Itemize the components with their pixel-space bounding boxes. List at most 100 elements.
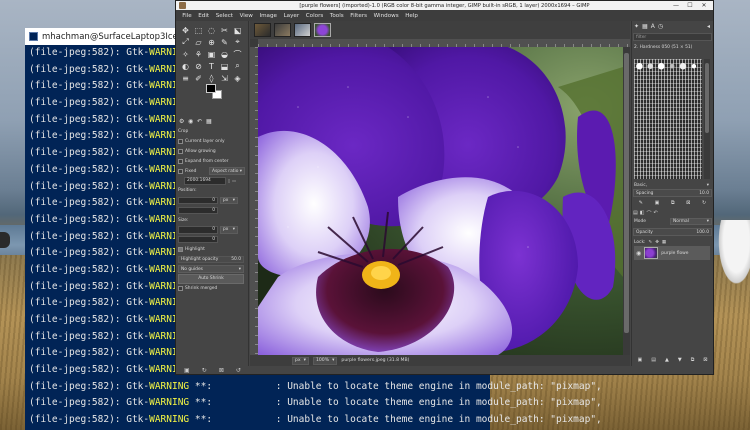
layer-visibility-icon[interactable]: ◉	[636, 250, 641, 257]
landscape-icon[interactable]: ▭	[232, 178, 236, 183]
tool-icon[interactable]: ⬓	[218, 60, 231, 72]
menu-item[interactable]: Layer	[280, 13, 302, 19]
layer-opacity-slider[interactable]: Opacity 100.0	[633, 228, 712, 236]
aspect-ratio-input[interactable]: 2000:1694	[184, 177, 226, 185]
new-group-icon[interactable]: ▤	[651, 357, 656, 363]
image-tab-thumbnail-active[interactable]	[314, 23, 331, 37]
tool-icon[interactable]: ⌒	[231, 48, 244, 60]
spacing-slider[interactable]: Spacing 10.0	[633, 189, 712, 197]
brushes-scrollbar[interactable]	[704, 59, 710, 179]
duplicate-brush-icon[interactable]: ⧉	[671, 200, 675, 206]
tool-icon[interactable]: ⬚	[192, 24, 205, 36]
undo-tab-icon[interactable]: ↶	[653, 210, 657, 216]
tool-icon[interactable]: ⊘	[192, 60, 205, 72]
shrink-merged-option[interactable]: Shrink merged	[178, 284, 247, 294]
tool-options-icon[interactable]: ⚙	[179, 118, 184, 125]
shrink-merged-checkbox[interactable]	[178, 286, 183, 292]
restore-options-icon[interactable]: ↻	[202, 367, 207, 374]
tool-icon[interactable]: ⌕	[231, 60, 244, 72]
device-status-icon[interactable]: ◉	[188, 118, 193, 125]
menu-item[interactable]: Image	[256, 13, 280, 19]
tool-icon[interactable]: ✧	[179, 48, 192, 60]
tool-icon[interactable]: ⚘	[192, 48, 205, 60]
fonts-tab-icon[interactable]: A	[651, 23, 655, 30]
tool-icon[interactable]: ▱	[192, 36, 205, 48]
delete-brush-icon[interactable]: ⊠	[686, 200, 690, 206]
lock-pixels-icon[interactable]: ✎	[649, 240, 653, 245]
canvas-vertical-scrollbar[interactable]	[623, 47, 630, 355]
brushes-tab-icon[interactable]: ✦	[634, 23, 639, 30]
menu-item[interactable]: View	[236, 13, 256, 19]
highlight-option[interactable]: Highlight	[178, 245, 247, 255]
position-y-input[interactable]: 0	[178, 206, 218, 215]
images-icon[interactable]: ▦	[206, 118, 212, 125]
tool-icon[interactable]: ✥	[179, 24, 192, 36]
menu-item[interactable]: Tools	[327, 13, 347, 19]
lock-alpha-icon[interactable]: ▦	[662, 240, 666, 245]
document-history-icon[interactable]: ◷	[658, 23, 663, 30]
menu-item[interactable]: Select	[212, 13, 236, 19]
reset-options-icon[interactable]: ↺	[236, 367, 241, 374]
chevron-down-icon[interactable]: ▾	[707, 183, 709, 188]
highlight-checkbox[interactable]	[178, 246, 183, 252]
lock-position-icon[interactable]: ✥	[655, 240, 659, 245]
image-tab-thumbnail[interactable]	[294, 23, 311, 37]
patterns-tab-icon[interactable]: ▦	[642, 23, 648, 30]
fixed-mode-dropdown[interactable]: Aspect ratio ▾	[209, 167, 245, 175]
channels-tab-icon[interactable]: ◧	[640, 210, 645, 216]
lower-layer-icon[interactable]: ▼	[678, 357, 682, 363]
image-tab-thumbnail[interactable]	[274, 23, 291, 37]
tool-icon[interactable]: ◈	[231, 72, 244, 84]
position-unit-dropdown[interactable]: px ▾	[220, 196, 238, 205]
fixed-checkbox[interactable]	[178, 168, 183, 174]
size-x-input[interactable]: 0	[178, 226, 218, 234]
maximize-button[interactable]: ☐	[683, 1, 697, 10]
menu-item[interactable]: Colors	[302, 13, 326, 19]
foreground-color-swatch[interactable]	[206, 84, 216, 93]
dock-menu-icon[interactable]: ◂	[707, 23, 710, 30]
layer-mode-dropdown[interactable]: Normal ▾	[670, 217, 712, 226]
highlight-opacity-slider[interactable]: Highlight opacity 50.0	[178, 255, 244, 263]
layers-tab-icon[interactable]: ▤	[633, 210, 638, 216]
tool-icon[interactable]: T	[205, 60, 218, 72]
image-tab-thumbnail[interactable]	[254, 23, 271, 37]
layer-item[interactable]: ◉ purple flowe	[634, 246, 710, 260]
gimp-titlebar[interactable]: [purple flowers] (imported)-1.0 (RGB col…	[176, 1, 713, 10]
size-unit-dropdown[interactable]: px ▾	[220, 226, 238, 234]
delete-layer-icon[interactable]: ⊠	[703, 357, 707, 363]
tool-icon[interactable]: ≡	[179, 72, 192, 84]
delete-options-icon[interactable]: ⊠	[219, 367, 224, 374]
tool-icon[interactable]: ⌖	[231, 36, 244, 48]
refresh-brush-icon[interactable]: ↻	[702, 200, 706, 206]
zoom-dropdown[interactable]: 100% ▾	[312, 356, 338, 365]
guides-dropdown[interactable]: No guides ▾	[178, 265, 244, 273]
allow-growing-option[interactable]: Allow growing	[178, 147, 247, 157]
current-layer-only-checkbox[interactable]	[178, 139, 183, 145]
gimp-window[interactable]: [purple flowers] (imported)-1.0 (RGB col…	[175, 0, 714, 375]
tool-icon[interactable]: ✂	[218, 24, 231, 36]
scrollbar-thumb[interactable]	[624, 53, 629, 333]
position-x-input[interactable]: 0	[178, 196, 218, 205]
tool-icon[interactable]: ◐	[179, 60, 192, 72]
tool-icon[interactable]: ⤢	[179, 36, 192, 48]
auto-shrink-button[interactable]: Auto Shrink	[178, 274, 244, 284]
expand-from-center-checkbox[interactable]	[178, 158, 183, 164]
brush-filter-input[interactable]: filter	[633, 33, 712, 41]
expand-from-center-option[interactable]: Expand from center	[178, 156, 247, 166]
tool-icon[interactable]: ⊕	[205, 36, 218, 48]
new-layer-icon[interactable]: ▣	[638, 357, 643, 363]
menu-item[interactable]: Help	[402, 13, 421, 19]
unit-dropdown[interactable]: px ▾	[292, 356, 309, 365]
tool-icon[interactable]: ▣	[205, 48, 218, 60]
scrollbar-thumb[interactable]	[705, 63, 709, 133]
undo-history-icon[interactable]: ↶	[197, 118, 202, 125]
portrait-icon[interactable]: ▯	[228, 178, 230, 183]
menu-item[interactable]: Windows	[370, 13, 402, 19]
minimize-button[interactable]: —	[669, 1, 683, 10]
allow-growing-checkbox[interactable]	[178, 148, 183, 154]
raise-layer-icon[interactable]: ▲	[665, 357, 669, 363]
save-options-icon[interactable]: ▣	[184, 367, 190, 374]
tool-icon[interactable]: ⬕	[231, 24, 244, 36]
new-brush-icon[interactable]: ▣	[655, 200, 660, 206]
menu-item[interactable]: Filters	[347, 13, 370, 19]
